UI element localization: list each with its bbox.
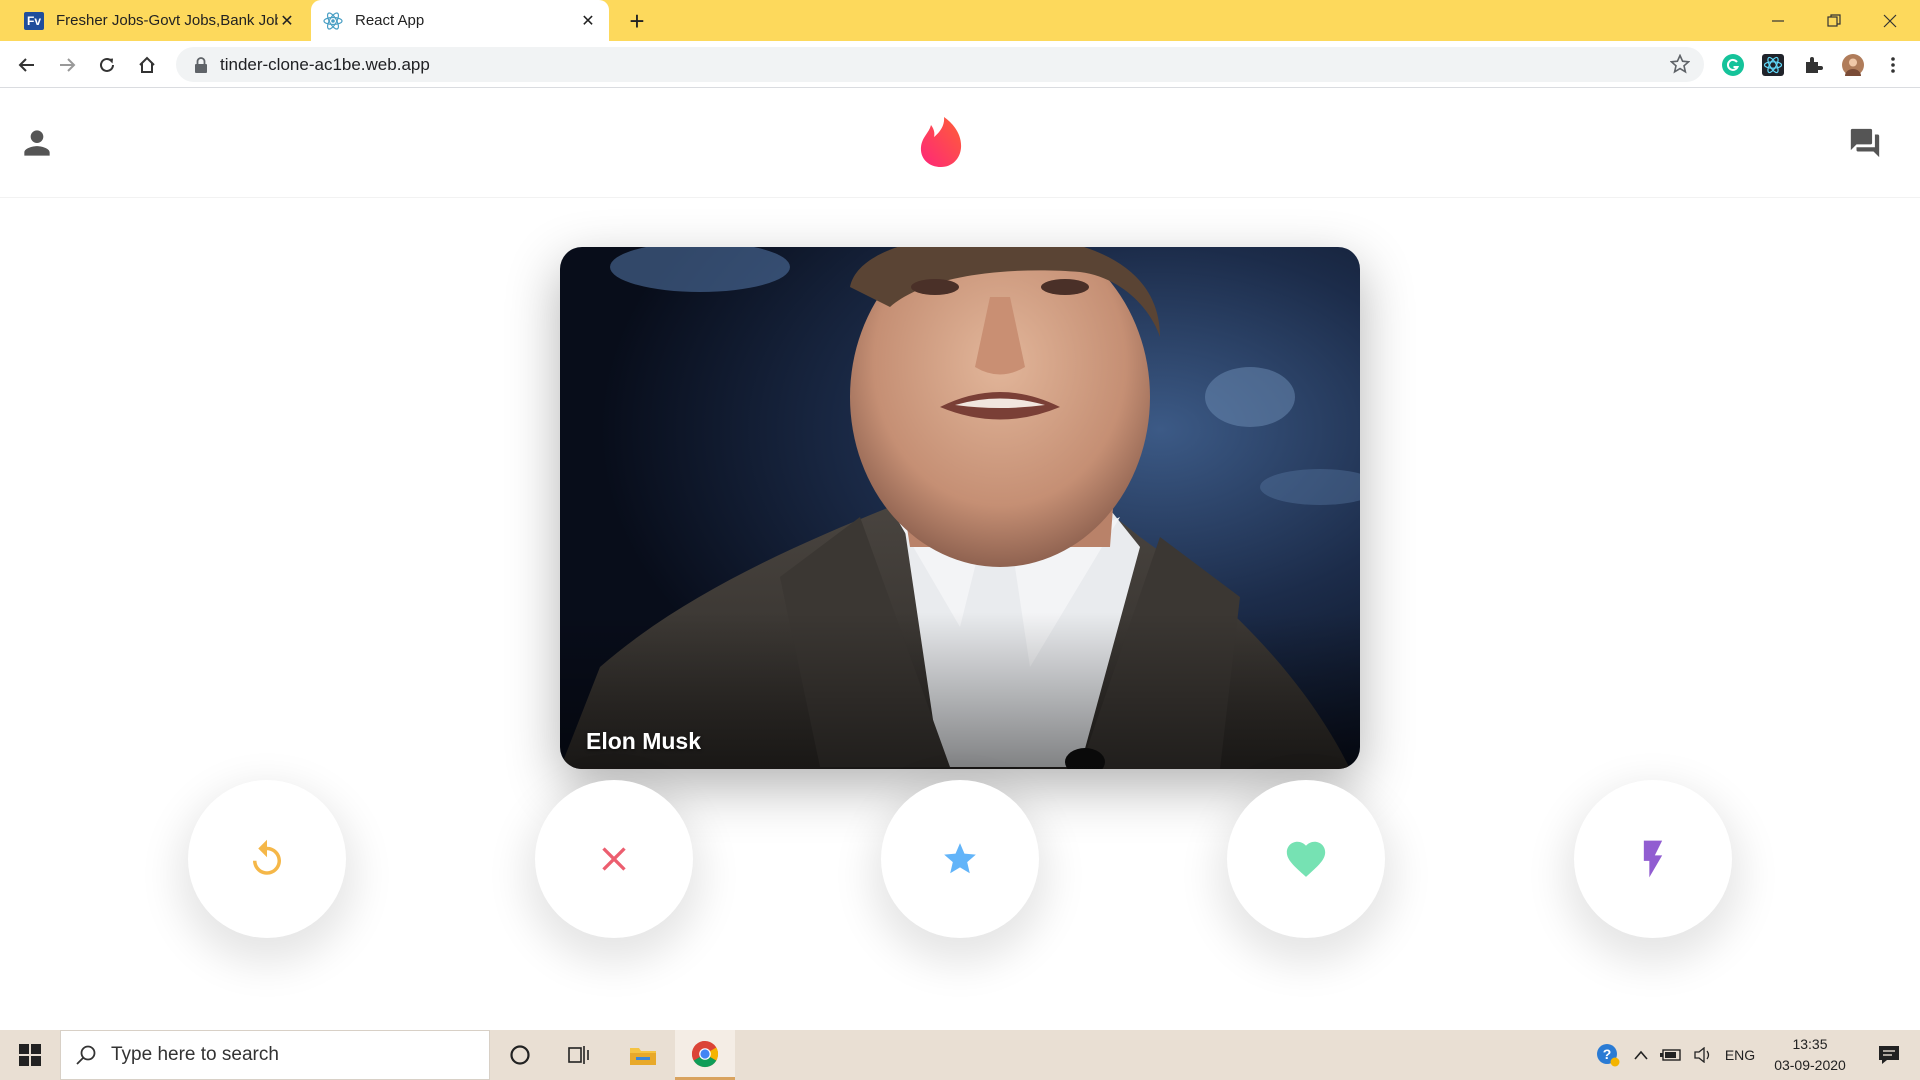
forum-icon[interactable]	[1848, 126, 1882, 160]
person-icon[interactable]	[18, 124, 56, 162]
like-button[interactable]	[1227, 780, 1385, 938]
home-icon[interactable]	[133, 51, 161, 79]
grammarly-icon[interactable]	[1722, 54, 1744, 76]
tab-close-icon[interactable]: ✕	[278, 12, 296, 30]
chevron-up-icon[interactable]	[1628, 1030, 1654, 1080]
profile-photo	[560, 247, 1360, 769]
tinder-flame-icon[interactable]	[918, 116, 964, 168]
bookmark-star-icon[interactable]	[1670, 54, 1690, 74]
new-tab-button[interactable]: +	[622, 6, 652, 36]
flash-icon	[1643, 840, 1663, 878]
notifications-icon[interactable]	[1864, 1030, 1914, 1080]
system-clock[interactable]: 13:35 03-09-2020	[1760, 1034, 1860, 1076]
nope-button[interactable]	[535, 780, 693, 938]
address-bar[interactable]: tinder-clone-ac1be.web.app	[176, 47, 1704, 82]
replay-button[interactable]	[188, 780, 346, 938]
minimize-icon[interactable]	[1750, 0, 1806, 41]
svg-text:?: ?	[1603, 1046, 1612, 1062]
replay-icon	[253, 839, 281, 875]
tab-fresher-jobs[interactable]: Fv Fresher Jobs-Govt Jobs,Bank Jobs ✕	[12, 0, 308, 41]
battery-icon[interactable]	[1656, 1030, 1686, 1080]
search-icon	[76, 1045, 96, 1065]
window-close-icon[interactable]	[1862, 0, 1918, 41]
taskbar-search-input[interactable]: Type here to search	[60, 1030, 490, 1080]
profile-avatar[interactable]	[1842, 54, 1864, 76]
cortana-icon[interactable]	[490, 1030, 550, 1080]
profile-card[interactable]: Elon Musk	[560, 247, 1360, 769]
task-view-icon[interactable]	[550, 1030, 610, 1080]
profile-name: Elon Musk	[586, 728, 702, 754]
close-icon	[602, 847, 626, 871]
browser-toolbar: tinder-clone-ac1be.web.app	[0, 41, 1920, 88]
tab-title: Fresher Jobs-Govt Jobs,Bank Jobs	[56, 12, 278, 29]
tab-react-app[interactable]: React App ✕	[311, 0, 609, 41]
lock-icon[interactable]	[194, 56, 208, 73]
heart-icon	[1286, 841, 1326, 877]
tab-strip: Fv Fresher Jobs-Govt Jobs,Bank Jobs ✕ Re…	[0, 0, 1920, 41]
react-icon	[323, 11, 343, 31]
windows-start-icon[interactable]	[0, 1030, 60, 1080]
language-indicator[interactable]: ENG	[1720, 1030, 1760, 1080]
volume-icon[interactable]	[1688, 1030, 1718, 1080]
fv-favicon-icon: Fv	[24, 11, 44, 31]
forward-icon[interactable]	[53, 51, 81, 79]
search-placeholder: Type here to search	[111, 1044, 279, 1065]
extensions-puzzle-icon[interactable]	[1802, 54, 1824, 76]
tab-title: React App	[355, 12, 425, 29]
file-explorer-icon[interactable]	[613, 1030, 673, 1080]
help-icon[interactable]: ?	[1592, 1030, 1624, 1080]
url-text: tinder-clone-ac1be.web.app	[220, 54, 430, 74]
clock-time: 13:35	[1792, 1036, 1828, 1052]
star-icon	[944, 843, 976, 874]
react-devtools-icon[interactable]	[1762, 54, 1784, 76]
back-icon[interactable]	[13, 51, 41, 79]
tab-close-icon[interactable]: ✕	[579, 12, 597, 30]
super-like-button[interactable]	[881, 780, 1039, 938]
app-header	[0, 88, 1920, 198]
clock-date: 03-09-2020	[1774, 1057, 1846, 1073]
boost-button[interactable]	[1574, 780, 1732, 938]
restore-icon[interactable]	[1806, 0, 1862, 41]
reload-icon[interactable]	[93, 51, 121, 79]
chrome-taskbar-icon[interactable]	[675, 1030, 735, 1080]
windows-taskbar: Type here to search ? ENG 13:35 03-09-20…	[0, 1030, 1920, 1080]
chrome-menu-icon[interactable]	[1882, 54, 1904, 76]
